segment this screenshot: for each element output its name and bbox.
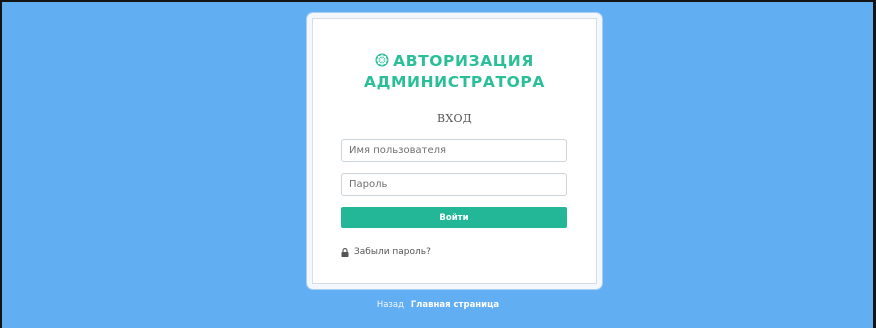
page-title: АВТОРИЗАЦИЯ — [313, 50, 596, 72]
password-input[interactable] — [341, 173, 567, 196]
dharmachakra-icon — [375, 53, 389, 67]
back-link[interactable]: Назад — [377, 300, 404, 310]
footer: Назад Главная страница — [0, 300, 876, 310]
form-subtitle: ВХОД — [436, 112, 473, 125]
login-card: АВТОРИЗАЦИЯ АДМИНИСТРАТОРА ВХОД Войти За… — [307, 13, 602, 289]
username-input[interactable] — [341, 139, 567, 162]
login-button[interactable]: Войти — [341, 207, 567, 228]
page-title-line1: АВТОРИЗАЦИЯ — [393, 52, 534, 70]
forgot-password-link[interactable]: Забыли пароль? — [341, 247, 431, 257]
forgot-password-label: Забыли пароль? — [354, 247, 431, 257]
home-link[interactable]: Главная страница — [411, 300, 499, 310]
login-card-body: АВТОРИЗАЦИЯ АДМИНИСТРАТОРА ВХОД Войти За… — [312, 18, 597, 284]
lock-icon — [341, 247, 349, 257]
page-title-line2: АДМИНИСТРАТОРА — [364, 73, 545, 91]
